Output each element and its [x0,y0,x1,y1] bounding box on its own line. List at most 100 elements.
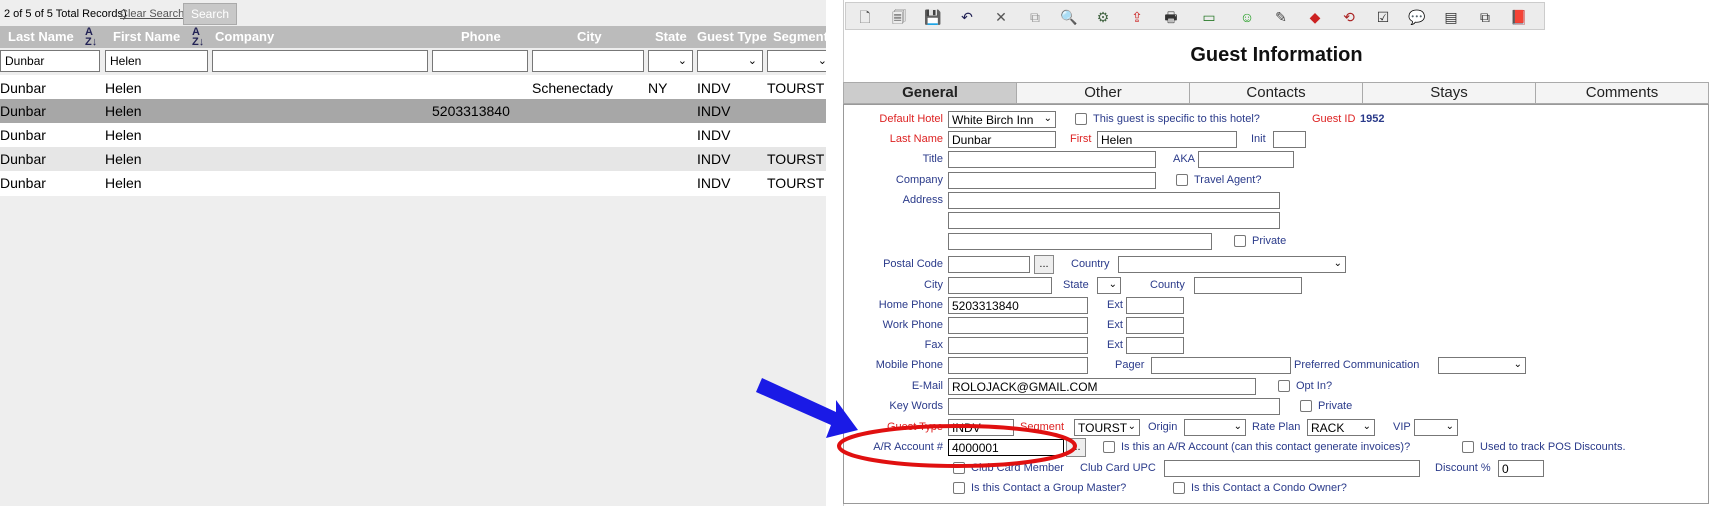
search-button[interactable]: Search [183,3,237,25]
club-card-upc-input[interactable] [1164,460,1420,477]
address-line-3[interactable] [948,233,1212,250]
save-icon[interactable]: 💾 [924,8,942,26]
header-segment[interactable]: Segment [773,29,826,44]
address-line-2[interactable] [948,212,1280,229]
home-ext-input[interactable] [1126,297,1184,314]
filter-guest-type[interactable]: ⌄ [697,50,763,72]
header-company[interactable]: Company [215,29,274,44]
default-hotel-select[interactable]: White Birch Inn ⌄ [948,111,1056,128]
guest-type-select[interactable]: INDV ⌄ [948,419,1014,436]
export-icon[interactable]: ⇪ [1128,8,1146,26]
table-row[interactable]: Dunbar Helen INDV TOURST [0,171,826,195]
club-card-member-label: Club Card Member [971,462,1064,474]
table-row[interactable]: Dunbar Helen 5203313840 INDV [0,99,826,123]
vip-select[interactable]: ⌄ [1414,419,1458,436]
mobile-phone-input[interactable] [948,357,1088,374]
magic-icon[interactable]: ✎ [1272,8,1290,26]
postal-code-input[interactable] [948,256,1030,273]
smile-icon[interactable]: ☺ [1238,8,1256,26]
work-ext-input[interactable] [1126,317,1184,334]
country-select[interactable]: ⌄ [1118,256,1346,273]
checklist-icon[interactable]: ☑ [1374,8,1392,26]
undo-icon[interactable]: ↶ [958,8,976,26]
tab-other[interactable]: Other [1016,82,1190,104]
company-label: Company [895,174,943,186]
state-select[interactable]: ⌄ [1097,277,1121,294]
clear-search-link[interactable]: Clear Search [120,8,184,20]
filter-last-name[interactable]: Dunbar [0,50,100,72]
table-row[interactable]: Dunbar Helen INDV [0,123,826,147]
filter-first-name[interactable]: Helen [105,50,208,72]
comment-icon[interactable]: 💬 [1408,8,1426,26]
work-phone-input[interactable] [948,317,1088,334]
header-phone[interactable]: Phone [461,29,501,44]
fax-ext-label: Ext [1107,339,1123,351]
condo-owner-checkbox[interactable] [1173,482,1185,494]
sort-az-icon[interactable]: A Z↓ [192,27,204,48]
table-row[interactable]: Dunbar Helen Schenectady NY INDV TOURST [0,76,826,100]
filter-phone[interactable] [432,50,528,72]
origin-select[interactable]: ⌄ [1184,419,1246,436]
find-icon[interactable]: 🔍 [1060,8,1078,26]
fax-ext-input[interactable] [1126,337,1184,354]
header-city[interactable]: City [577,29,602,44]
merge-icon[interactable]: ⧉ [1026,8,1044,26]
delete-icon[interactable]: ✕ [992,8,1010,26]
filter-state[interactable]: ⌄ [648,50,693,72]
tab-general[interactable]: General [843,82,1017,104]
home-phone-label: Home Phone [878,299,943,311]
address-line-1[interactable] [948,192,1280,209]
postal-lookup-button[interactable]: ... [1034,255,1054,274]
segment-select[interactable]: TOURST ⌄ [1074,419,1140,436]
copy-doc-icon[interactable]: ⧉ [1476,8,1494,26]
first-name-input[interactable]: Helen [1097,131,1237,148]
filter-company[interactable] [212,50,428,72]
home-phone-input[interactable]: 5203313840 [948,297,1088,314]
pager-input[interactable] [1151,357,1291,374]
filter-city[interactable] [532,50,644,72]
header-last-name[interactable]: Last Name [8,29,74,44]
ar-account-lookup-button[interactable]: ... [1066,438,1086,457]
email-input[interactable]: ROLOJACK@GMAIL.COM [948,378,1256,395]
sort-az-icon[interactable]: A Z↓ [85,27,97,48]
new-icon[interactable]: 🗋 [856,8,874,26]
tools-icon[interactable]: ⚙ [1094,8,1112,26]
header-guest-type[interactable]: Guest Type [697,29,767,44]
table-row[interactable]: Dunbar Helen INDV TOURST [0,147,826,171]
book-icon[interactable]: 📕 [1510,8,1528,26]
ar-account-input[interactable]: 4000001 [948,439,1064,456]
club-card-member-checkbox[interactable] [953,462,965,474]
company-input[interactable] [948,172,1156,189]
header-state[interactable]: State [655,29,687,44]
title-input[interactable] [948,151,1156,168]
key-words-private-checkbox[interactable] [1300,400,1312,412]
copy-icon[interactable]: 🗐 [890,8,908,26]
address-private-checkbox[interactable] [1234,235,1246,247]
history-icon[interactable]: ⟲ [1340,8,1358,26]
header-first-name[interactable]: First Name [113,29,180,44]
fax-input[interactable] [948,337,1088,354]
tab-stays[interactable]: Stays [1362,82,1536,104]
opt-in-checkbox[interactable] [1278,380,1290,392]
tab-comments[interactable]: Comments [1535,82,1709,104]
tab-contacts[interactable]: Contacts [1189,82,1363,104]
specific-hotel-checkbox[interactable] [1075,113,1087,125]
county-input[interactable] [1194,277,1302,294]
discount-input[interactable]: 0 [1498,460,1544,477]
money-icon[interactable]: ▭ [1200,8,1218,26]
key-words-input[interactable] [948,398,1280,415]
group-master-checkbox[interactable] [953,482,965,494]
filter-segment[interactable]: ⌄ [767,50,826,72]
city-input[interactable] [948,277,1052,294]
init-input[interactable] [1273,131,1306,148]
preferred-communication-select[interactable]: ⌄ [1438,357,1526,374]
rate-plan-select[interactable]: RACK ⌄ [1307,419,1375,436]
aka-input[interactable] [1198,151,1294,168]
travel-agent-checkbox[interactable] [1176,174,1188,186]
ar-account-checkbox[interactable] [1103,441,1115,453]
pos-discount-checkbox[interactable] [1462,441,1474,453]
document-icon[interactable]: ▤ [1442,8,1460,26]
tag-icon[interactable]: ◆ [1306,8,1324,26]
last-name-input[interactable]: Dunbar [948,131,1056,148]
print-icon[interactable]: 🖶 [1162,8,1180,26]
